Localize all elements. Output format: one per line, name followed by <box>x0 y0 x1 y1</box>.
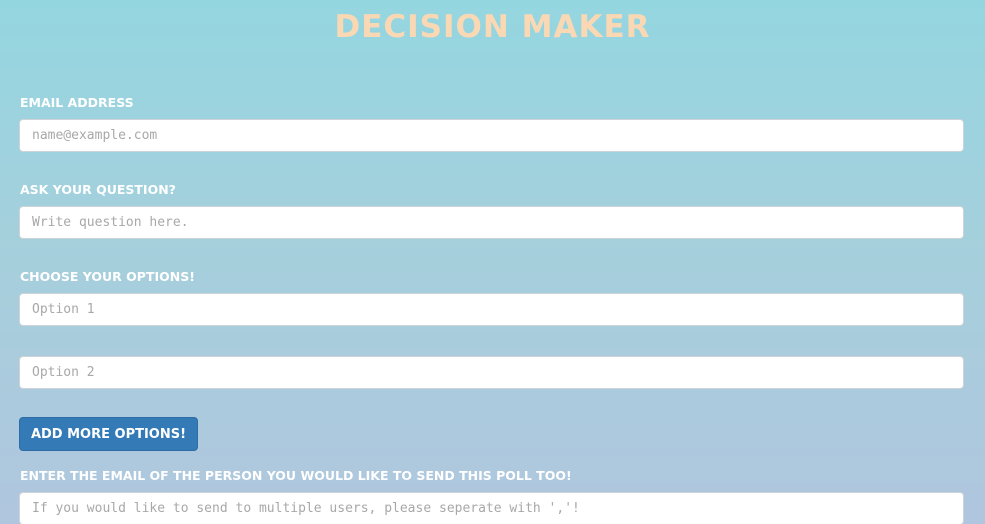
recipients-label: Enter the email of the person you would … <box>20 468 572 483</box>
page-title: Decision Maker <box>334 9 651 45</box>
question-input[interactable] <box>19 206 964 239</box>
email-label: Email Address <box>20 95 134 110</box>
recipients-input[interactable] <box>19 492 964 524</box>
question-label: Ask your question? <box>20 182 176 197</box>
email-input[interactable] <box>19 119 964 152</box>
option-2-input[interactable] <box>19 356 964 389</box>
add-more-options-button[interactable]: Add more options! <box>19 417 198 451</box>
options-label: Choose your options! <box>20 269 195 284</box>
option-1-input[interactable] <box>19 293 964 326</box>
